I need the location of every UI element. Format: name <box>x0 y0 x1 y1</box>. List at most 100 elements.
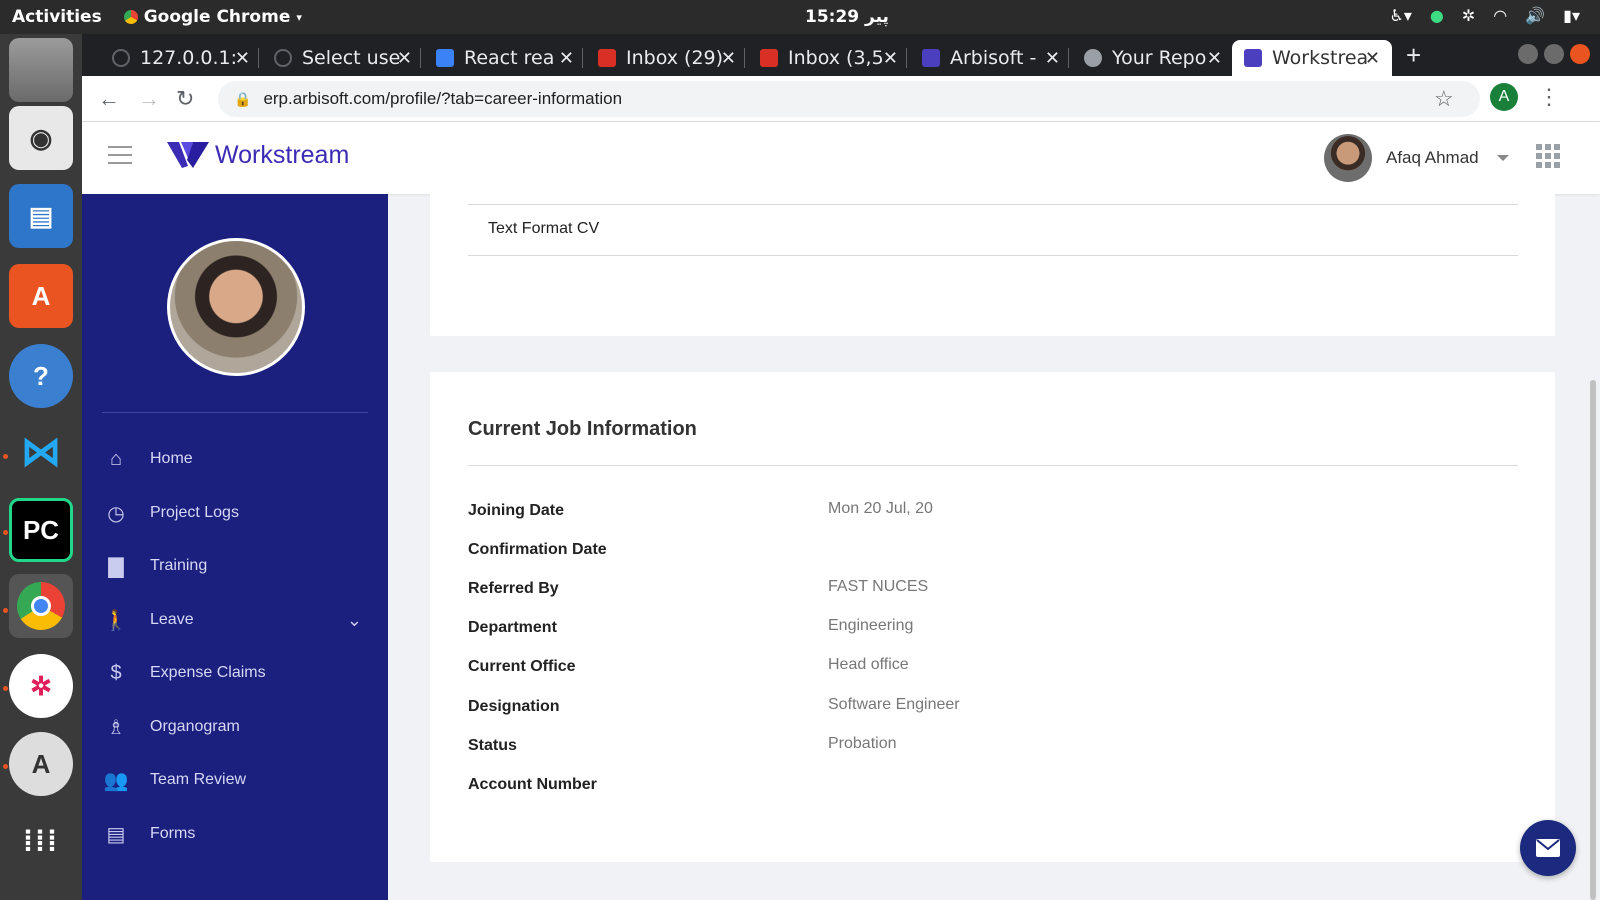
chrome-profile-avatar[interactable]: A <box>1490 83 1518 111</box>
pycharm-icon[interactable]: PC <box>9 498 73 562</box>
status-icon[interactable]: ● <box>1430 6 1444 25</box>
system-tray[interactable]: ♿▾ ● ✲ ◠ 🔊 ▮▾ <box>1390 6 1580 25</box>
sidebar-item-organogram[interactable]: ♗ Organogram <box>102 707 368 747</box>
vscode-icon[interactable]: ⋈ <box>9 420 73 484</box>
gmail-icon <box>598 49 616 67</box>
chevron-down-icon[interactable]: ⌄ <box>347 610 362 631</box>
page-scrollbar[interactable] <box>1590 380 1596 900</box>
running-indicator <box>3 608 8 613</box>
workstream-logo[interactable]: Workstream <box>167 140 349 170</box>
close-icon[interactable]: ✕ <box>235 48 250 69</box>
envelope-icon <box>1536 839 1560 857</box>
activities-button[interactable]: Activities <box>12 7 102 27</box>
hamburger-menu-icon[interactable] <box>108 146 132 164</box>
text-format-cv-link[interactable]: Text Format CV <box>488 220 599 238</box>
help-icon[interactable]: ? <box>9 344 73 408</box>
maximize-button[interactable] <box>1544 44 1564 64</box>
tab-label: 127.0.0.1: <box>140 47 238 69</box>
forward-button[interactable]: → <box>138 86 160 112</box>
browser-tab-active[interactable]: Workstrea ✕ <box>1232 40 1392 76</box>
running-indicator <box>3 530 8 535</box>
info-value: Head office <box>828 656 909 673</box>
browser-tab[interactable]: Inbox (29) ✕ <box>598 40 736 76</box>
info-label: Account Number <box>468 776 597 793</box>
sidebar-item-expense-claims[interactable]: $ Expense Claims <box>102 653 368 693</box>
files-icon[interactable] <box>9 38 73 102</box>
browser-tab[interactable]: Your Repo ✕ <box>1084 40 1222 76</box>
app-header: Workstream Afaq Ahmad <box>82 122 1600 194</box>
sidebar-item-training[interactable]: ▇ Training <box>102 546 368 586</box>
close-icon[interactable]: ✕ <box>1365 48 1380 69</box>
sidebar-item-label: Leave <box>150 611 194 628</box>
chrome-dock-icon[interactable] <box>9 574 73 638</box>
info-label: Referred By <box>468 580 559 597</box>
clock[interactable]: پیر 15:29 <box>805 7 889 27</box>
tab-label: React rea <box>464 47 555 69</box>
software-center-icon[interactable]: A <box>9 264 73 328</box>
close-icon[interactable]: ✕ <box>397 48 412 69</box>
sidebar-item-project-logs[interactable]: ◷ Project Logs <box>102 493 368 533</box>
bookmark-star-icon[interactable]: ☆ <box>1434 86 1454 112</box>
reload-button[interactable]: ↻ <box>176 86 194 112</box>
volume-icon[interactable]: 🔊 <box>1525 6 1545 25</box>
close-icon[interactable]: ✕ <box>559 48 574 69</box>
sidebar-item-label: Home <box>150 450 193 467</box>
minimize-button[interactable] <box>1518 44 1538 64</box>
trello-icon <box>436 49 454 67</box>
apps-grid-icon[interactable] <box>1536 144 1560 168</box>
sidebar-item-home[interactable]: ⌂ Home <box>102 439 368 479</box>
address-bar[interactable]: 🔒 erp.arbisoft.com/profile/?tab=career-i… <box>218 81 1480 117</box>
battery-icon[interactable]: ▮▾ <box>1563 6 1580 25</box>
info-row: Confirmation Date <box>468 541 1518 565</box>
back-button[interactable]: ← <box>98 86 120 112</box>
browser-tab[interactable]: Select use ✕ <box>274 40 412 76</box>
main-content: Text Format CV Current Job Information J… <box>388 194 1600 900</box>
presentation-icon: ▇ <box>108 555 124 578</box>
info-value: Mon 20 Jul, 20 <box>828 500 933 517</box>
team-icon: 👥 <box>103 769 129 792</box>
show-apps-icon[interactable]: ⁞⁞⁞ <box>9 810 73 874</box>
browser-tab[interactable]: React rea ✕ <box>436 40 574 76</box>
info-label: Confirmation Date <box>468 541 607 558</box>
lock-icon[interactable]: 🔒 <box>234 91 251 108</box>
slack-icon[interactable]: ✲ <box>9 654 73 718</box>
close-window-button[interactable] <box>1570 44 1590 64</box>
info-row: Designation Software Engineer <box>468 696 1518 722</box>
info-label: Department <box>468 619 557 636</box>
ubuntu-dock: ◉ ▤ A ? ⋈ PC ✲ A ⁞⁞⁞ <box>0 34 82 900</box>
sidebar-divider <box>102 412 368 413</box>
cv-card: Text Format CV <box>430 194 1555 336</box>
message-fab-button[interactable] <box>1520 820 1576 876</box>
info-row: Joining Date Mon 20 Jul, 20 <box>468 500 1518 526</box>
tab-label: Arbisoft - <box>950 47 1037 69</box>
browser-tab[interactable]: 127.0.0.1: ✕ <box>112 40 250 76</box>
user-menu[interactable]: Afaq Ahmad <box>1324 134 1509 182</box>
browser-tab[interactable]: Arbisoft - ✕ <box>922 40 1060 76</box>
tab-separator <box>1068 48 1069 68</box>
software-updater-icon[interactable]: A <box>9 732 73 796</box>
close-icon[interactable]: ✕ <box>1207 48 1222 69</box>
current-job-information-card: Current Job Information Joining Date Mon… <box>430 372 1555 862</box>
accessibility-icon[interactable]: ♿▾ <box>1390 6 1412 25</box>
rhythmbox-icon[interactable]: ◉ <box>9 106 73 170</box>
wifi-icon[interactable]: ◠ <box>1493 6 1507 25</box>
workstream-icon <box>1244 49 1262 67</box>
document-viewer-icon[interactable]: ▤ <box>9 184 73 248</box>
info-row: Current Office Head office <box>468 656 1518 682</box>
new-tab-button[interactable]: + <box>1406 40 1421 71</box>
close-icon[interactable]: ✕ <box>1045 48 1060 69</box>
close-icon[interactable]: ✕ <box>883 48 898 69</box>
app-menu[interactable]: Google Chrome ▾ <box>123 7 302 27</box>
org-chart-icon: ♗ <box>107 716 125 739</box>
sidebar-item-leave[interactable]: 🚶 Leave ⌄ <box>102 600 368 640</box>
chrome-menu-icon[interactable]: ⋮ <box>1538 84 1560 110</box>
tab-separator <box>258 48 259 68</box>
close-icon[interactable]: ✕ <box>721 48 736 69</box>
sidebar-item-forms[interactable]: ▤ Forms <box>102 814 368 854</box>
window-controls <box>1518 44 1590 64</box>
sidebar-item-team-review[interactable]: 👥 Team Review <box>102 760 368 800</box>
slack-tray-icon[interactable]: ✲ <box>1462 6 1475 25</box>
running-indicator <box>3 764 8 769</box>
browser-tab[interactable]: Inbox (3,5 ✕ <box>760 40 898 76</box>
dollar-icon: $ <box>110 661 122 684</box>
